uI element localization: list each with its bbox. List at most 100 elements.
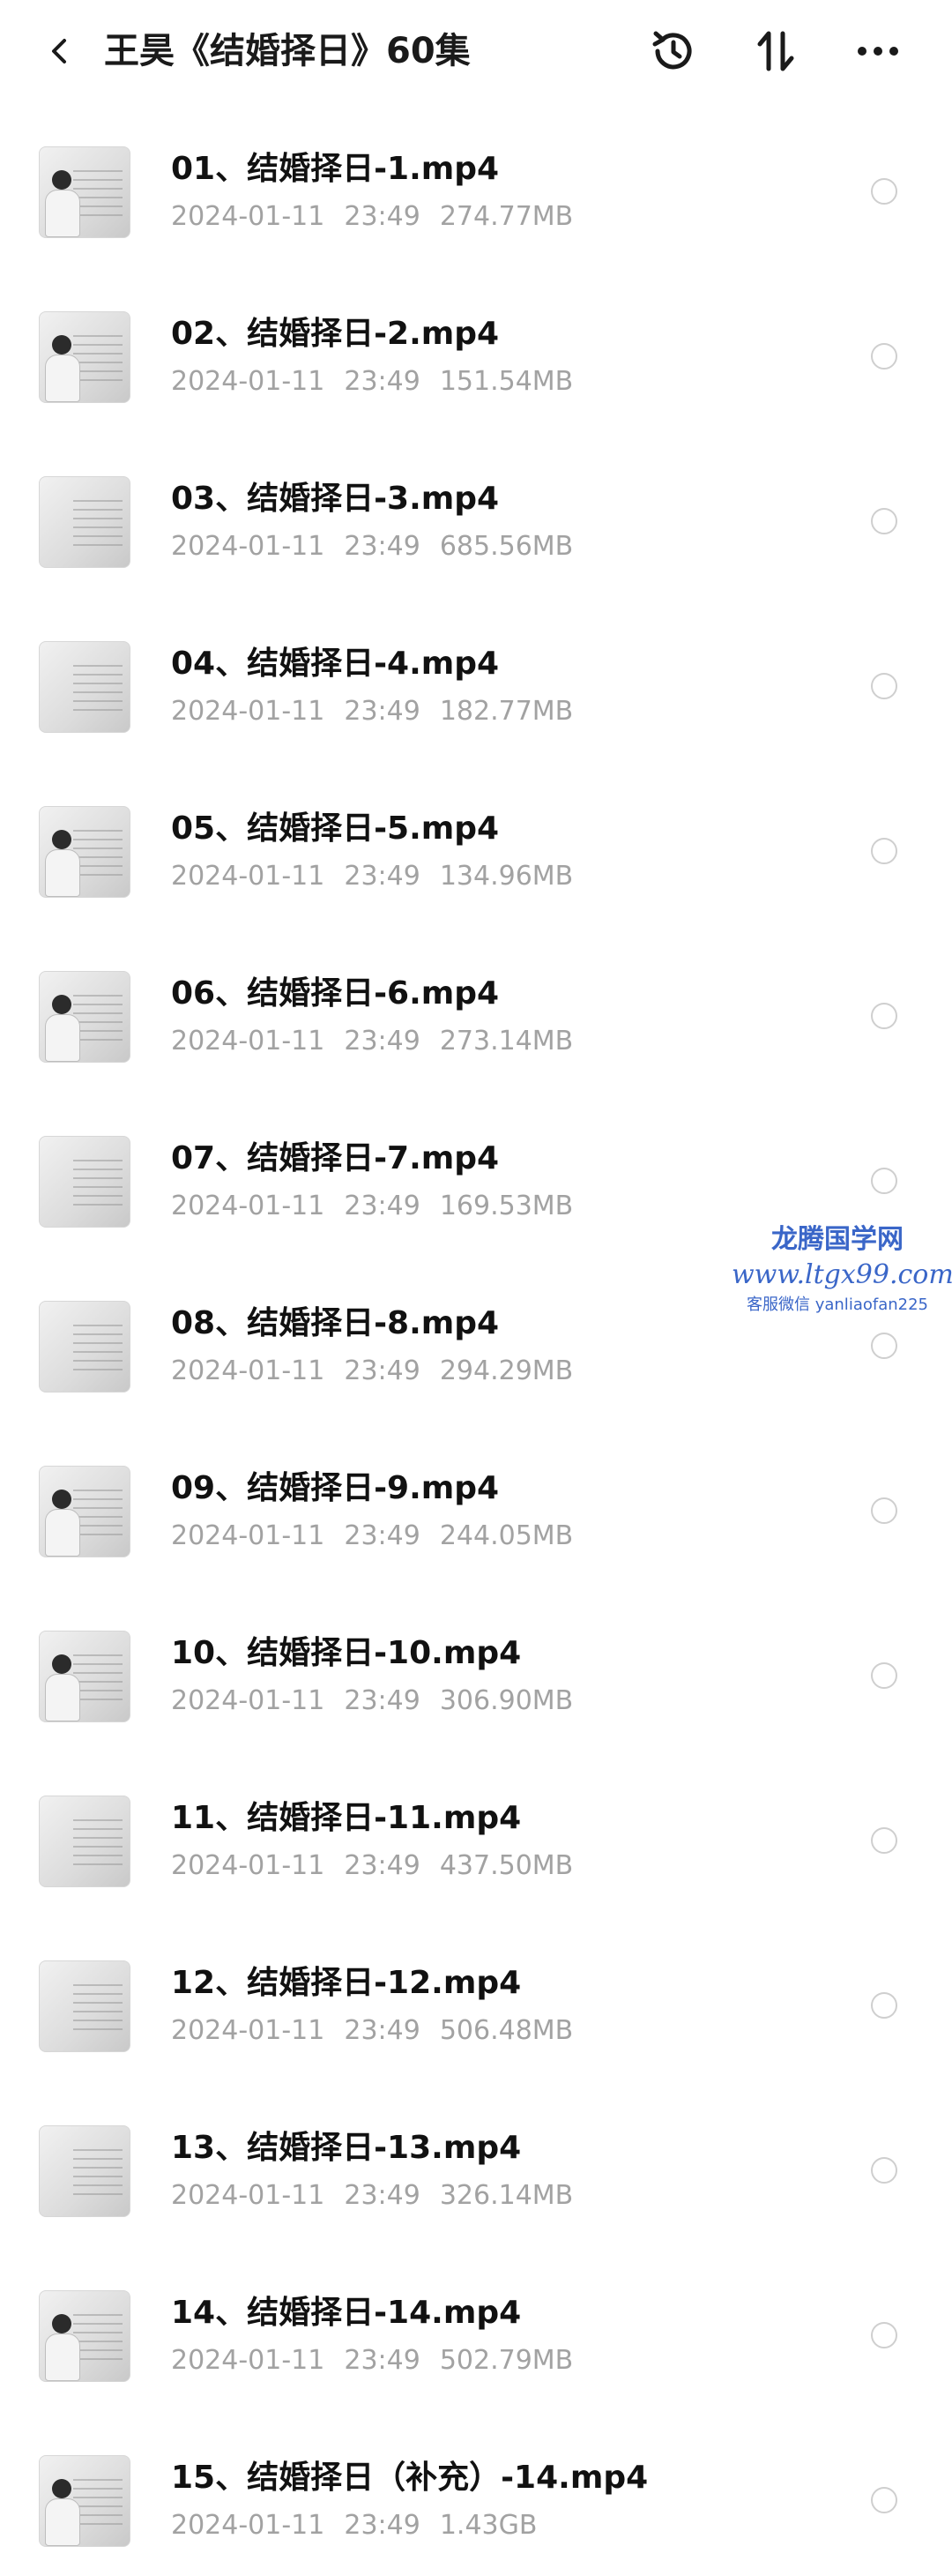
presenter-graphic [45,1490,80,1557]
file-row[interactable]: 13、结婚择日-13.mp4 2024-01-11 23:49 326.14MB [0,2081,952,2246]
file-time: 23:49 [344,201,420,232]
select-checkbox[interactable] [871,1662,897,1689]
whiteboard-graphic [73,1482,123,1535]
file-row[interactable]: 08、结婚择日-8.mp4 2024-01-11 23:49 294.29MB [0,1257,952,1422]
file-row[interactable]: 11、结婚择日-11.mp4 2024-01-11 23:49 437.50MB [0,1751,952,1916]
select-checkbox[interactable] [871,178,897,205]
file-name: 10、结婚择日-10.mp4 [171,1635,522,1671]
select-checkbox[interactable] [871,1333,897,1359]
file-name: 11、结婚择日-11.mp4 [171,1800,522,1836]
file-name: 09、结婚择日-9.mp4 [171,1470,500,1506]
file-row[interactable]: 03、结婚择日-3.mp4 2024-01-11 23:49 685.56MB [0,432,952,597]
file-name: 03、结婚择日-3.mp4 [171,481,500,517]
whiteboard-graphic [73,2472,123,2525]
video-thumbnail [39,2455,130,2547]
file-name: 04、结婚择日-4.mp4 [171,646,500,682]
select-checkbox[interactable] [871,1827,897,1854]
file-date: 2024-01-11 [171,1850,325,1881]
top-bar: 王昊《结婚择日》60集 [0,0,952,102]
presenter-graphic [45,335,80,402]
file-time: 23:49 [344,531,420,562]
file-meta: 2024-01-11 23:49 169.53MB [171,1189,592,1224]
file-row[interactable]: 14、结婚择日-14.mp4 2024-01-11 23:49 502.79MB [0,2246,952,2411]
file-size: 306.90MB [439,1685,574,1716]
page-title: 王昊《结婚择日》60集 [104,31,471,71]
whiteboard-graphic [73,493,123,546]
file-size: 244.05MB [439,1520,574,1551]
video-thumbnail [39,1466,130,1557]
file-meta: 2024-01-11 23:49 294.29MB [171,1354,592,1389]
select-checkbox[interactable] [871,838,897,864]
file-size: 169.53MB [439,1191,574,1221]
file-row[interactable]: 01、结婚择日-1.mp4 2024-01-11 23:49 274.77MB [0,102,952,267]
whiteboard-graphic [73,2142,123,2195]
file-meta: 2024-01-11 23:49 182.77MB [171,694,592,729]
file-date: 2024-01-11 [171,2015,325,2046]
select-checkbox[interactable] [871,1003,897,1029]
select-checkbox[interactable] [871,2487,897,2513]
back-button[interactable] [35,26,85,76]
history-button[interactable] [645,23,702,79]
file-date: 2024-01-11 [171,696,325,727]
file-name: 01、结婚择日-1.mp4 [171,151,500,187]
file-meta: 2024-01-11 23:49 244.05MB [171,1519,592,1554]
file-size: 326.14MB [439,2180,574,2211]
file-name: 14、结婚择日-14.mp4 [171,2295,522,2331]
select-checkbox[interactable] [871,1168,897,1194]
file-time: 23:49 [344,366,420,397]
file-date: 2024-01-11 [171,1685,325,1716]
select-checkbox[interactable] [871,343,897,370]
file-row[interactable]: 02、结婚择日-2.mp4 2024-01-11 23:49 151.54MB [0,267,952,432]
file-row[interactable]: 06、结婚择日-6.mp4 2024-01-11 23:49 273.14MB [0,927,952,1092]
select-checkbox[interactable] [871,2322,897,2348]
select-checkbox[interactable] [871,1992,897,2019]
file-row[interactable]: 04、结婚择日-4.mp4 2024-01-11 23:49 182.77MB [0,597,952,762]
whiteboard-graphic [73,658,123,711]
select-checkbox[interactable] [871,508,897,534]
presenter-graphic [45,1654,80,1721]
select-checkbox[interactable] [871,673,897,699]
file-time: 23:49 [344,2015,420,2046]
file-name: 13、结婚择日-13.mp4 [171,2130,522,2166]
file-date: 2024-01-11 [171,861,325,892]
file-row[interactable]: 10、结婚择日-10.mp4 2024-01-11 23:49 306.90MB [0,1587,952,1751]
file-meta: 2024-01-11 23:49 1.43GB [171,2508,556,2543]
presenter-graphic [45,995,80,1062]
file-date: 2024-01-11 [171,201,325,232]
file-time: 23:49 [344,1355,420,1386]
file-size: 273.14MB [439,1026,574,1057]
file-name: 15、结婚择日（补充）-14.mp4 [171,2460,649,2496]
presenter-graphic [45,830,80,897]
presenter-graphic [45,2479,80,2546]
more-button[interactable] [850,23,906,79]
video-thumbnail [39,1301,130,1393]
file-date: 2024-01-11 [171,2180,325,2211]
more-icon [858,47,898,56]
file-row[interactable]: 12、结婚择日-12.mp4 2024-01-11 23:49 506.48MB [0,1916,952,2081]
file-name: 08、结婚择日-8.mp4 [171,1305,500,1341]
file-time: 23:49 [344,1520,420,1551]
file-time: 23:49 [344,1191,420,1221]
video-thumbnail [39,1796,130,1887]
video-thumbnail [39,1136,130,1228]
file-time: 23:49 [344,2180,420,2211]
select-checkbox[interactable] [871,1497,897,1524]
sort-button[interactable] [747,23,804,79]
file-time: 23:49 [344,2345,420,2376]
whiteboard-graphic [73,823,123,876]
file-row[interactable]: 07、结婚择日-7.mp4 2024-01-11 23:49 169.53MB [0,1092,952,1257]
file-size: 182.77MB [439,696,574,727]
select-checkbox[interactable] [871,2157,897,2184]
file-row[interactable]: 09、结婚择日-9.mp4 2024-01-11 23:49 244.05MB [0,1422,952,1587]
file-date: 2024-01-11 [171,531,325,562]
file-name: 02、结婚择日-2.mp4 [171,316,500,352]
file-date: 2024-01-11 [171,2345,325,2376]
file-meta: 2024-01-11 23:49 274.77MB [171,199,592,235]
file-row[interactable]: 05、结婚择日-5.mp4 2024-01-11 23:49 134.96MB [0,762,952,927]
file-date: 2024-01-11 [171,2510,325,2541]
file-meta: 2024-01-11 23:49 437.50MB [171,1848,592,1884]
video-thumbnail [39,2290,130,2382]
whiteboard-graphic [73,163,123,216]
file-size: 685.56MB [439,531,574,562]
file-row[interactable]: 15、结婚择日（补充）-14.mp4 2024-01-11 23:49 1.43GB [0,2411,952,2576]
